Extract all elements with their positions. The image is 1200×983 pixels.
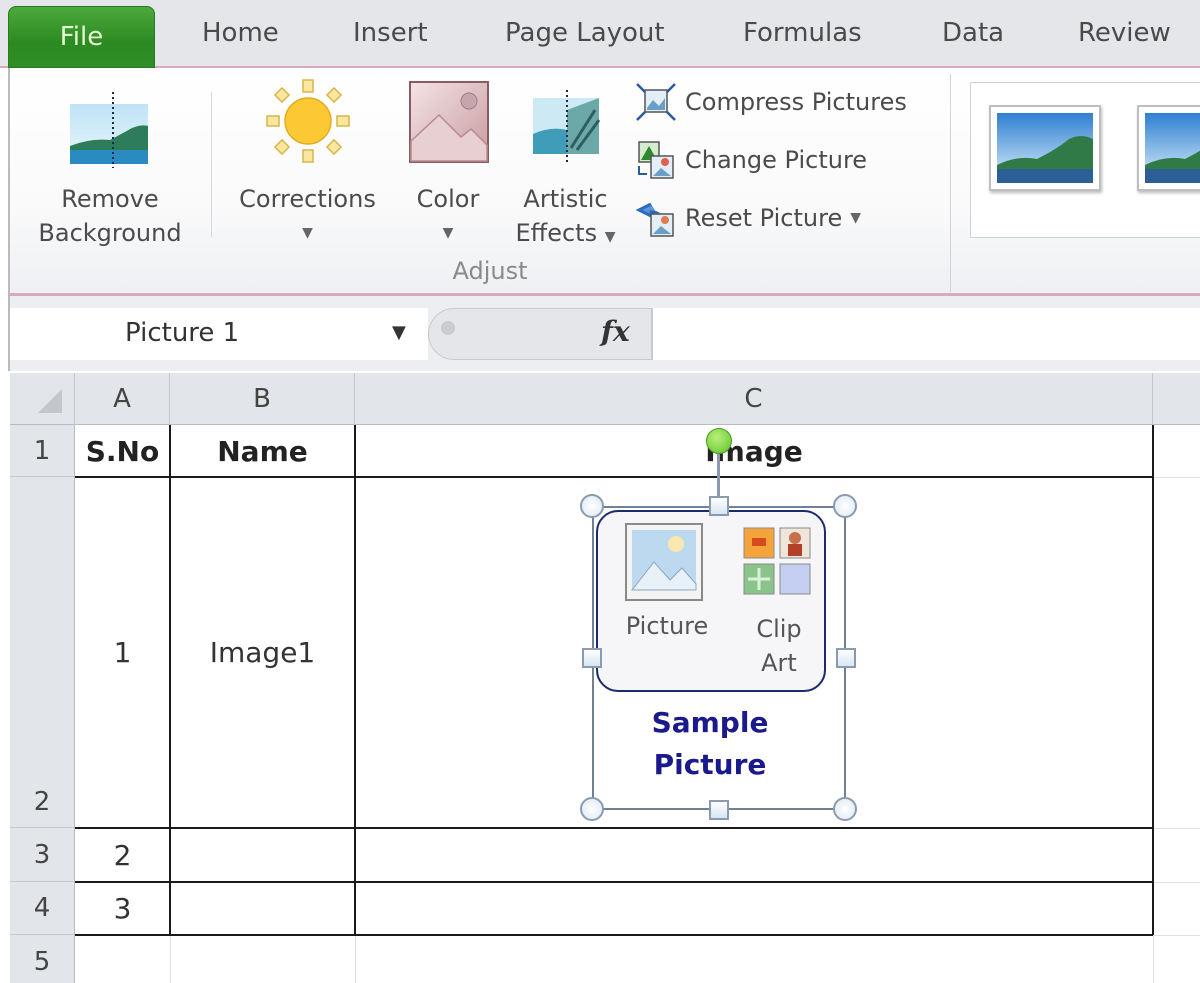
cell-b1[interactable]: Name [170, 425, 355, 477]
reset-picture-dropdown-icon[interactable]: ▼ [850, 210, 861, 226]
adjust-group-label: Adjust [452, 257, 528, 285]
artistic-landscape-icon [533, 90, 601, 164]
reset-arrow-icon [635, 202, 674, 237]
resize-handle-bottom-left[interactable] [580, 797, 604, 821]
color-label: Color [416, 185, 480, 213]
reset-picture-button[interactable]: Reset Picture ▼ [635, 198, 861, 238]
cell-c1[interactable]: Image [355, 425, 1153, 477]
resize-handle-top-right[interactable] [833, 494, 857, 518]
column-header-b[interactable]: B [170, 373, 355, 425]
select-all-triangle-icon [38, 389, 62, 413]
compress-arrows-icon [636, 83, 676, 121]
cell-a2[interactable]: 1 [75, 477, 170, 828]
resize-handle-right[interactable] [836, 648, 856, 668]
resize-handle-left[interactable] [582, 648, 602, 668]
artistic-effects-label-line2: Effects ▼ [515, 219, 616, 247]
ribbon-group-separator [950, 74, 951, 292]
column-header-d[interactable] [1153, 373, 1200, 425]
selected-picture[interactable]: Picture Clip Art Sample Picture [580, 428, 857, 821]
remove-background-label: Remove Background [38, 185, 182, 247]
sample-picture-caption: Sample Picture [651, 706, 769, 781]
cell-b4[interactable] [170, 882, 355, 935]
insert-function-button[interactable]: fx [601, 315, 630, 348]
reset-picture-label: Reset Picture [685, 204, 843, 232]
resize-grip-icon[interactable] [441, 321, 455, 335]
gridline [1153, 828, 1200, 829]
ribbon-tab-bar: File Home Insert Page Layout Formulas Da… [0, 0, 1200, 68]
picture-option-label: Picture [625, 612, 709, 640]
row-header-5[interactable]: 5 [10, 935, 75, 983]
name-box-dropdown-icon[interactable]: ▼ [392, 322, 406, 343]
artistic-effects-button[interactable]: Artistic Effects ▼ [503, 78, 628, 258]
cell-c4[interactable] [355, 882, 1153, 935]
corrections-label: Corrections [239, 185, 376, 213]
picture-icon [625, 523, 703, 601]
tab-page-layout[interactable]: Page Layout [505, 18, 665, 48]
tab-data[interactable]: Data [942, 18, 1004, 48]
change-picture-button[interactable]: Change Picture [635, 140, 867, 180]
resize-handle-bottom-right[interactable] [833, 797, 857, 821]
sun-icon [266, 79, 350, 163]
change-picture-icon [638, 141, 674, 179]
cell-a3[interactable]: 2 [75, 828, 170, 882]
tab-file[interactable]: File [8, 6, 155, 68]
compress-pictures-button[interactable]: Compress Pictures [635, 82, 907, 122]
rotate-handle[interactable] [706, 428, 732, 454]
artistic-effects-label: Artistic [523, 185, 608, 213]
formula-buttons: fx [428, 308, 652, 360]
tab-formulas[interactable]: Formulas [743, 18, 862, 48]
landscape-thumbnail-icon [1145, 113, 1200, 183]
row-header-2[interactable]: 2 [10, 477, 75, 828]
tab-home[interactable]: Home [202, 18, 279, 48]
name-box-value: Picture 1 [125, 318, 240, 348]
select-all-button[interactable] [10, 373, 75, 425]
artistic-effects-dropdown-icon: ▼ [604, 229, 616, 245]
gridline [170, 935, 171, 983]
tab-insert[interactable]: Insert [353, 18, 428, 48]
picture-styles-gallery [970, 82, 1200, 238]
remove-background-button[interactable]: Remove Background [10, 78, 210, 258]
cell-a4[interactable]: 3 [75, 882, 170, 935]
tab-review[interactable]: Review [1078, 18, 1171, 48]
resize-handle-top[interactable] [709, 496, 729, 516]
color-dropdown-icon: ▼ [442, 225, 454, 241]
cell-c3[interactable] [355, 828, 1153, 882]
row-header-1[interactable]: 1 [10, 425, 75, 477]
clip-art-option-label: Clip Art [756, 615, 802, 677]
ribbon-separator [211, 92, 212, 237]
clip-art-icon [743, 527, 811, 595]
corrections-button[interactable]: Corrections ▼ [225, 78, 390, 258]
row-header-3[interactable]: 3 [10, 828, 75, 882]
landscape-thumbnail-icon [997, 113, 1093, 183]
insert-options-box: Picture Clip Art [596, 510, 826, 692]
column-header-c[interactable]: C [355, 373, 1153, 425]
picture-actions: Compress Pictures Change Picture Reset P… [635, 80, 955, 250]
picture-style-thumb[interactable] [989, 105, 1101, 191]
cell-a1[interactable]: S.No [75, 425, 170, 477]
compress-pictures-label: Compress Pictures [685, 88, 907, 116]
gridline [1153, 935, 1154, 983]
corrections-dropdown-icon: ▼ [302, 225, 313, 241]
cell-b3[interactable] [170, 828, 355, 882]
gridline [355, 935, 356, 983]
landscape-dotted-icon [70, 92, 148, 168]
ribbon: Remove Background Corrections ▼ Color ▼ … [8, 68, 1200, 296]
cell-b2[interactable]: Image1 [170, 477, 355, 828]
name-box[interactable]: Picture 1 ▼ [10, 308, 428, 360]
picture-style-thumb[interactable] [1137, 105, 1200, 191]
resize-handle-bottom[interactable] [709, 800, 729, 820]
row-header-4[interactable]: 4 [10, 882, 75, 935]
color-button[interactable]: Color ▼ [403, 78, 493, 258]
color-picture-icon [409, 81, 489, 163]
change-picture-label: Change Picture [685, 146, 868, 174]
gridline [1153, 882, 1200, 883]
column-header-a[interactable]: A [75, 373, 170, 425]
resize-handle-top-left[interactable] [580, 494, 604, 518]
formula-input[interactable] [652, 308, 1200, 360]
gridline [1153, 477, 1200, 478]
gridline [1153, 935, 1200, 936]
